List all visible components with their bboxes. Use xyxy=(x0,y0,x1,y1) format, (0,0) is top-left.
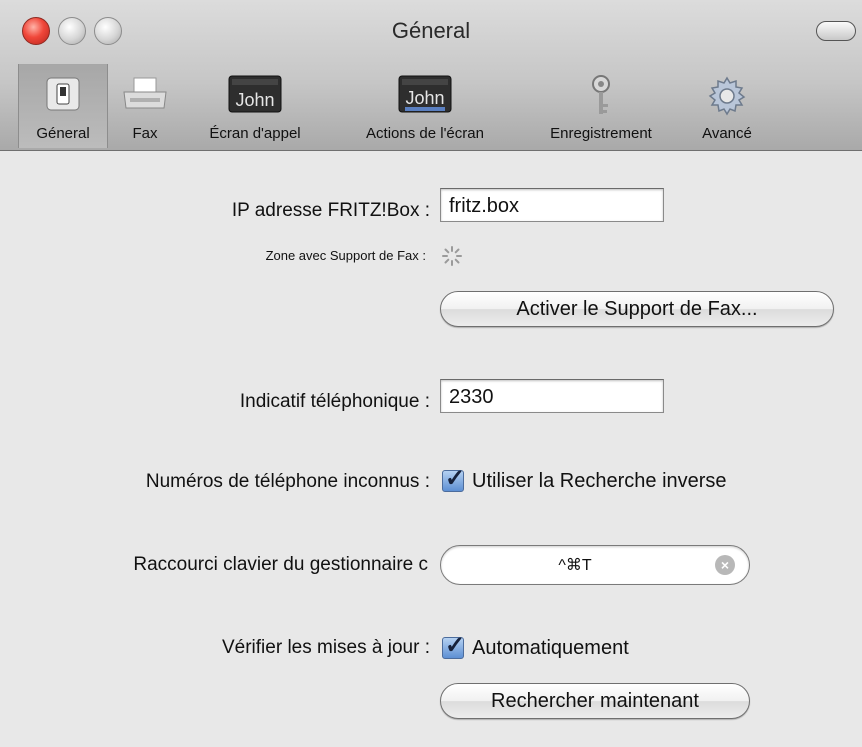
window-title: Géneral xyxy=(391,18,471,43)
caller-screen-icon: John xyxy=(227,74,283,119)
fax-zone-label: Zone avec Support de Fax : xyxy=(265,248,426,263)
tab-advanced[interactable]: Avancé xyxy=(684,64,770,148)
tab-registration[interactable]: Enregistrement xyxy=(520,64,682,148)
ip-address-label: IP adresse FRITZ!Box : xyxy=(231,200,430,221)
area-code-field[interactable]: 2330 xyxy=(440,379,664,413)
checkmark-icon: ✓ xyxy=(445,632,466,659)
auto-update-label: Automatiquement xyxy=(472,637,629,659)
area-code-label: Indicatif téléphonique : xyxy=(239,391,430,412)
svg-text:John: John xyxy=(405,88,444,108)
tab-general[interactable]: Géneral xyxy=(18,64,108,148)
tab-caller-screen-label: Écran d'appel xyxy=(209,125,301,142)
toolbar: Géneral Géneral Fax John Écran d'appel J… xyxy=(0,0,862,151)
svg-text:John: John xyxy=(235,90,274,110)
tab-caller-screen[interactable]: John Écran d'appel xyxy=(184,64,326,148)
checkmark-icon: ✓ xyxy=(445,465,466,492)
tab-general-label: Géneral xyxy=(36,125,90,142)
shortcut-label: Raccourci clavier du gestionnaire c xyxy=(133,554,428,575)
tab-registration-label: Enregistrement xyxy=(550,125,652,142)
tab-fax[interactable]: Fax xyxy=(116,64,174,148)
screen-actions-icon: John xyxy=(397,74,453,119)
shortcut-value: ^⌘T xyxy=(558,557,592,574)
clear-shortcut-icon[interactable]: × xyxy=(715,555,735,575)
auto-update-checkbox[interactable]: ✓ xyxy=(442,632,465,659)
preferences-window: Géneral Géneral Fax John Écran d'appel J… xyxy=(0,0,862,747)
unknown-numbers-label: Numéros de téléphone inconnus : xyxy=(145,471,430,492)
tab-screen-actions[interactable]: John Actions de l'écran xyxy=(334,64,516,148)
toolbar-toggle-button[interactable] xyxy=(816,21,856,41)
reverse-lookup-label: Utiliser la Recherche inverse xyxy=(472,470,727,492)
updates-label: Vérifier les mises à jour : xyxy=(221,637,430,658)
shortcut-recorder[interactable]: ^⌘T × xyxy=(440,545,750,585)
general-pane: IP adresse FRITZ!Box : fritz.box Zone av… xyxy=(0,151,862,747)
key-icon xyxy=(586,74,616,123)
switch-icon xyxy=(43,74,83,119)
reverse-lookup-checkbox[interactable]: ✓ xyxy=(442,465,465,492)
fax-icon xyxy=(120,74,170,119)
ip-address-field[interactable]: fritz.box xyxy=(440,188,664,222)
check-now-button[interactable]: Rechercher maintenant xyxy=(440,683,750,719)
spinner-icon xyxy=(441,245,463,272)
tab-advanced-label: Avancé xyxy=(702,125,752,142)
tab-fax-label: Fax xyxy=(132,125,158,142)
gear-icon xyxy=(705,74,749,123)
tab-screen-actions-label: Actions de l'écran xyxy=(366,125,484,142)
enable-fax-support-button[interactable]: Activer le Support de Fax... xyxy=(440,291,834,327)
